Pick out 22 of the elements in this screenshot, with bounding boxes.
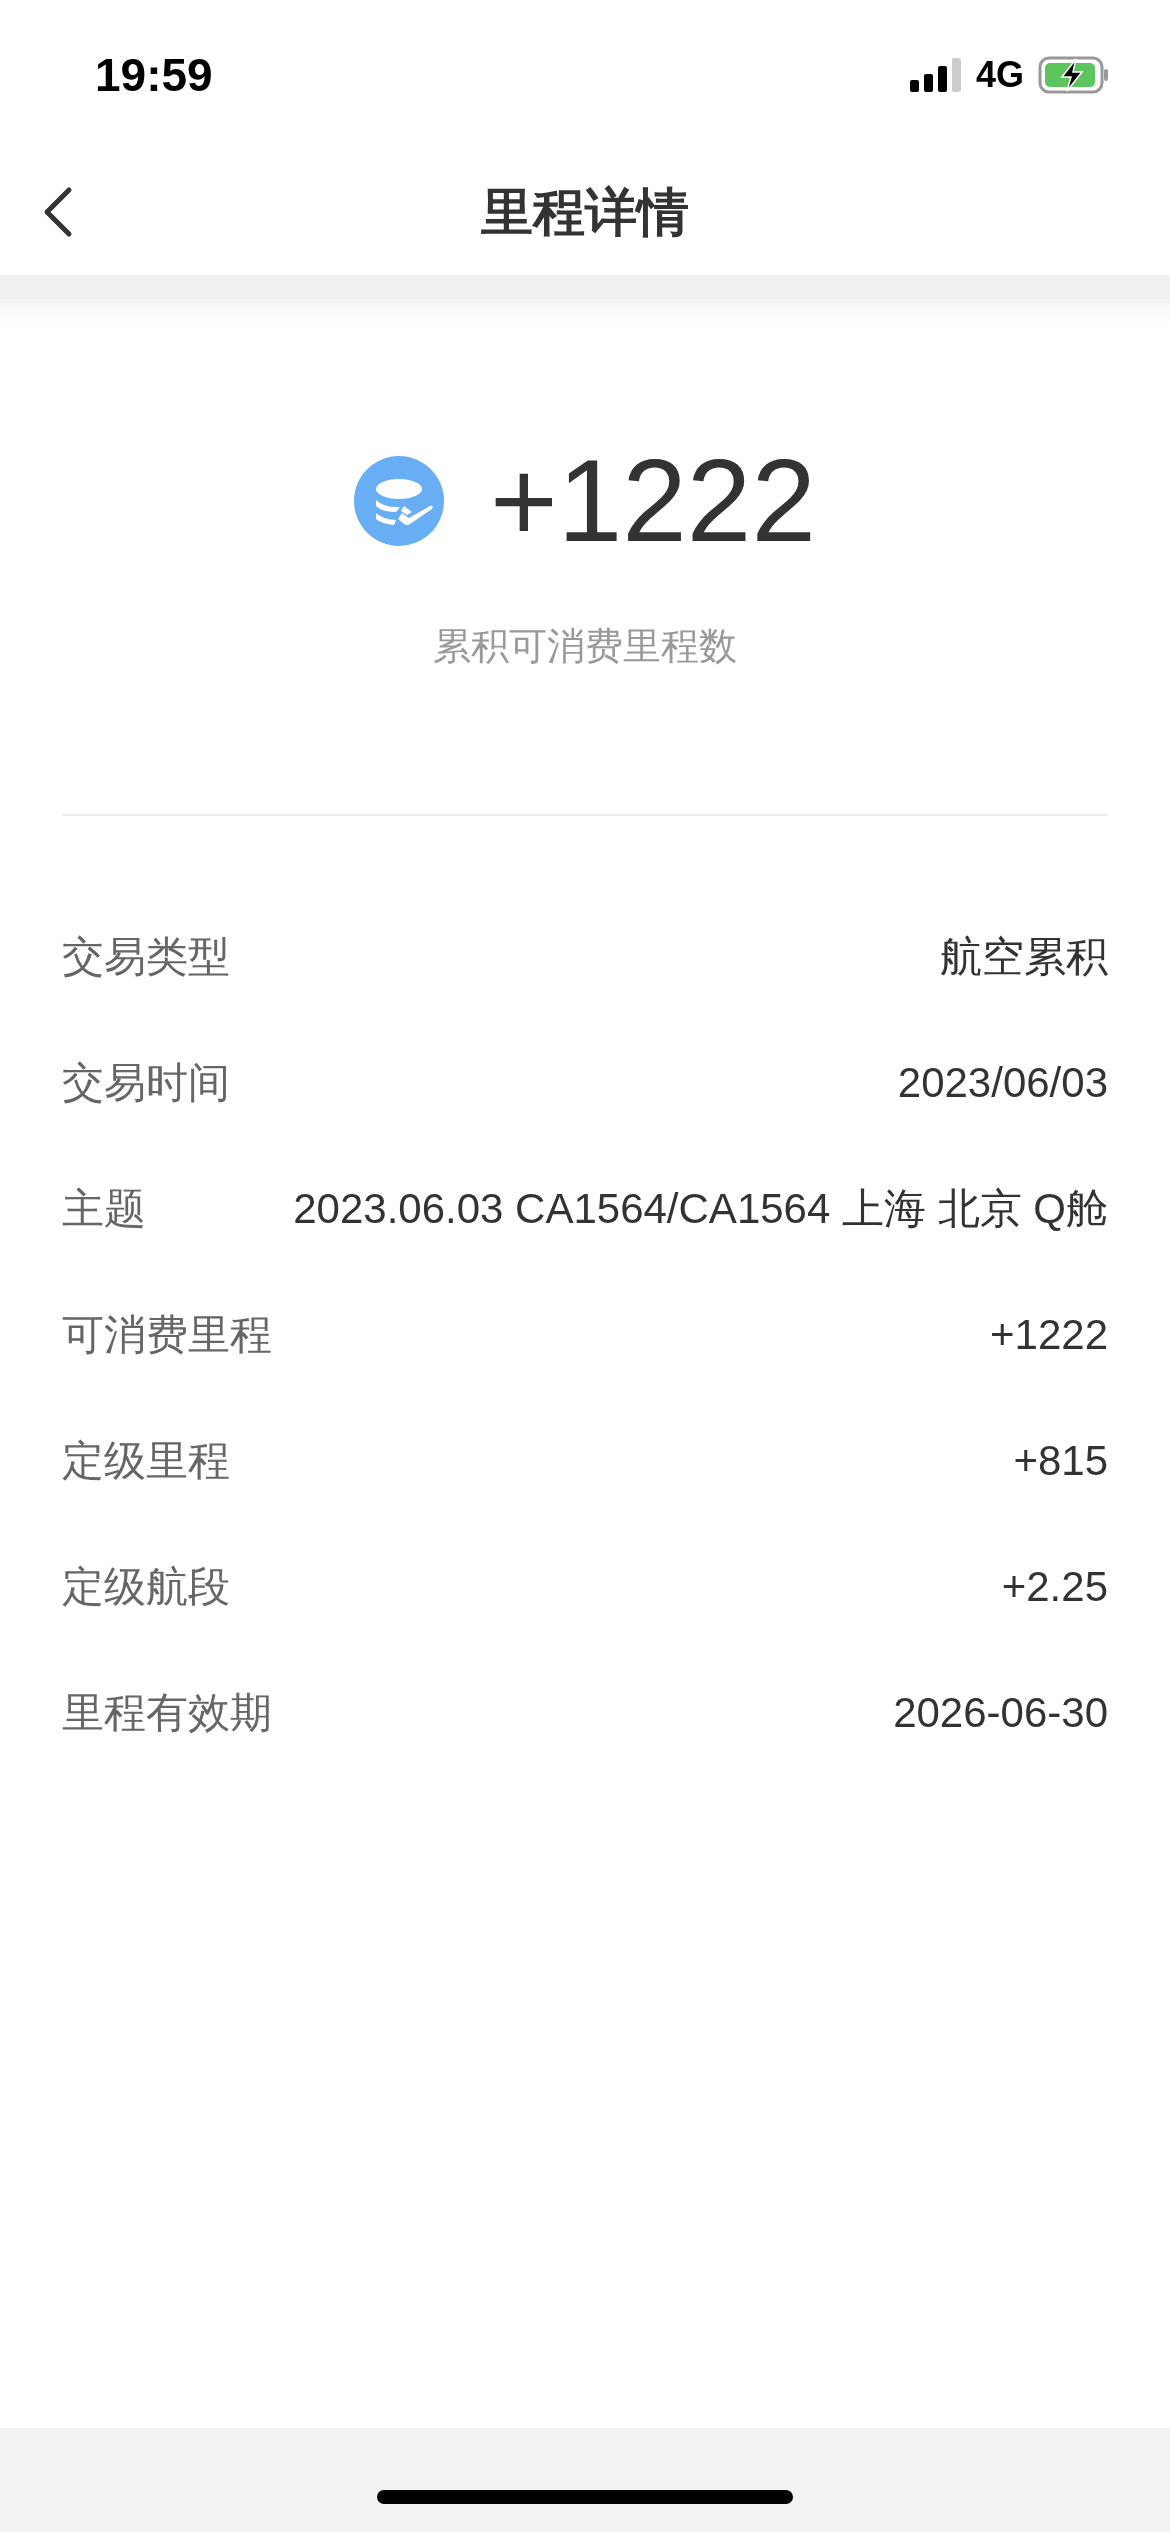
signal-icon <box>909 58 962 92</box>
detail-value: 航空累积 <box>940 932 1108 982</box>
page-title: 里程详情 <box>481 181 689 243</box>
detail-label: 主题 <box>62 1184 146 1234</box>
detail-label: 定级航段 <box>62 1562 230 1612</box>
detail-value: +1222 <box>990 1311 1108 1359</box>
miles-amount: +1222 <box>490 443 816 559</box>
detail-label: 交易类型 <box>62 932 230 982</box>
detail-value: +2.25 <box>1001 1563 1108 1611</box>
status-time: 19:59 <box>95 48 213 102</box>
coins-plane-icon <box>354 456 445 546</box>
battery-charging-icon <box>1038 56 1110 94</box>
detail-value: +815 <box>1013 1437 1108 1485</box>
detail-label: 可消费里程 <box>62 1310 272 1360</box>
network-label: 4G <box>975 54 1024 96</box>
detail-label: 定级里程 <box>62 1436 230 1486</box>
detail-label: 里程有效期 <box>62 1688 272 1738</box>
detail-value: 2026-06-30 <box>893 1689 1108 1737</box>
detail-label: 交易时间 <box>62 1058 230 1108</box>
detail-value: 2023/06/03 <box>897 1059 1108 1107</box>
detail-value: 2023.06.03 CA1564/CA1564 上海 北京 Q舱 <box>293 1184 1108 1234</box>
miles-caption: 累积可消费里程数 <box>433 624 737 669</box>
